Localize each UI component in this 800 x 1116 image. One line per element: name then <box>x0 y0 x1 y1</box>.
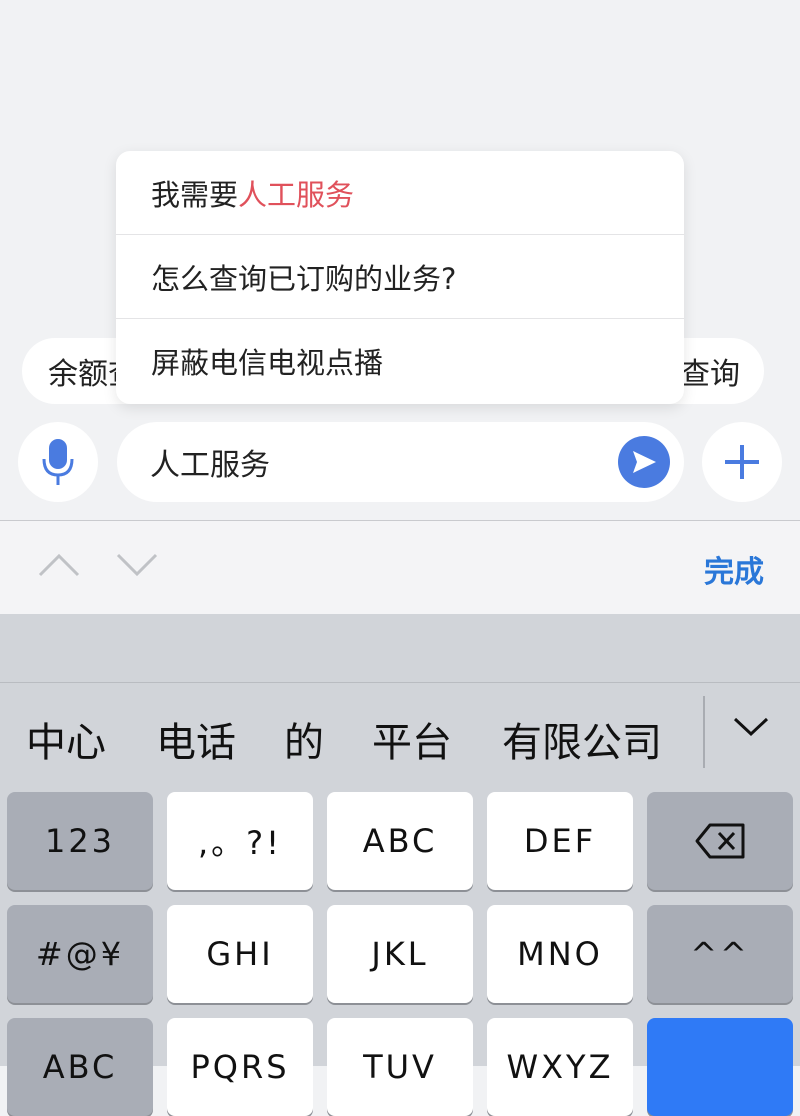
candidate-word[interactable]: 有限公司 <box>502 710 662 768</box>
key-label: ,。?! <box>198 824 282 862</box>
send-button[interactable] <box>618 436 670 488</box>
key-label: 123 <box>44 822 116 860</box>
suggestion-item[interactable]: 屏蔽电信电视点播 <box>116 319 684 403</box>
suggestion-highlight: 人工服务 <box>238 177 355 212</box>
candidate-word[interactable]: 中心 <box>26 710 106 768</box>
suggestion-item[interactable]: 我需要 人工服务 <box>116 151 684 235</box>
chevron-up-icon[interactable] <box>38 553 80 577</box>
keyboard-accessory-bar: 完成 <box>0 520 800 614</box>
key-label: WXYZ <box>506 1048 614 1086</box>
key-abc[interactable]: ABC <box>327 792 473 890</box>
divider <box>0 682 800 683</box>
backspace-key[interactable] <box>647 792 793 890</box>
key-label: #@¥ <box>35 935 125 973</box>
chevron-down-icon[interactable] <box>116 553 158 577</box>
key-label: GHI <box>206 935 274 973</box>
chevron-down-icon[interactable] <box>732 716 770 738</box>
more-options-button[interactable] <box>702 422 782 502</box>
plus-icon <box>725 445 759 479</box>
backspace-icon <box>695 823 745 859</box>
chip-label: 查询 <box>680 357 740 392</box>
candidate-word[interactable]: 电话 <box>156 710 236 768</box>
microphone-icon <box>42 439 74 485</box>
key-label: ABC <box>362 822 438 860</box>
return-key[interactable] <box>647 1018 793 1116</box>
suggestion-item[interactable]: 怎么查询已订购的业务? <box>116 235 684 319</box>
message-input-value: 人工服务 <box>150 448 270 483</box>
key-label: JKL <box>371 935 429 973</box>
key-tuv[interactable]: TUV <box>327 1018 473 1116</box>
candidate-word[interactable]: 的 <box>284 710 324 768</box>
key-symbols[interactable]: #@¥ <box>7 905 153 1003</box>
key-123[interactable]: 123 <box>7 792 153 890</box>
key-emoticon[interactable]: ^^ <box>647 905 793 1003</box>
key-label: DEF <box>523 822 597 860</box>
candidate-word[interactable]: 平台 <box>372 710 452 768</box>
key-label: TUV <box>363 1048 437 1086</box>
key-abc-switch[interactable]: ABC <box>7 1018 153 1116</box>
key-label: MNO <box>517 935 603 973</box>
suggestion-text: 怎么查询已订购的业务? <box>151 261 457 296</box>
suggestion-text: 我需要 <box>151 177 239 212</box>
suggestion-text: 屏蔽电信电视点播 <box>151 346 384 380</box>
key-label: ^^ <box>690 935 750 973</box>
key-mno[interactable]: MNO <box>487 905 633 1003</box>
key-def[interactable]: DEF <box>487 792 633 890</box>
key-punctuation[interactable]: ,。?! <box>167 792 313 890</box>
suggestion-popup: 我需要 人工服务 怎么查询已订购的业务? 屏蔽电信电视点播 <box>116 151 684 404</box>
voice-input-button[interactable] <box>18 422 98 502</box>
candidate-bar: 中心 电话 的 平台 有限公司 <box>0 690 800 786</box>
key-jkl[interactable]: JKL <box>327 905 473 1003</box>
key-pqrs[interactable]: PQRS <box>167 1018 313 1116</box>
key-label: ABC <box>42 1048 118 1086</box>
send-icon <box>633 451 656 473</box>
message-input[interactable]: 人工服务 <box>117 422 684 502</box>
candidate-separator <box>703 696 705 768</box>
done-button[interactable]: 完成 <box>704 547 764 591</box>
key-ghi[interactable]: GHI <box>167 905 313 1003</box>
key-wxyz[interactable]: WXYZ <box>487 1018 633 1116</box>
key-label: PQRS <box>190 1048 290 1086</box>
